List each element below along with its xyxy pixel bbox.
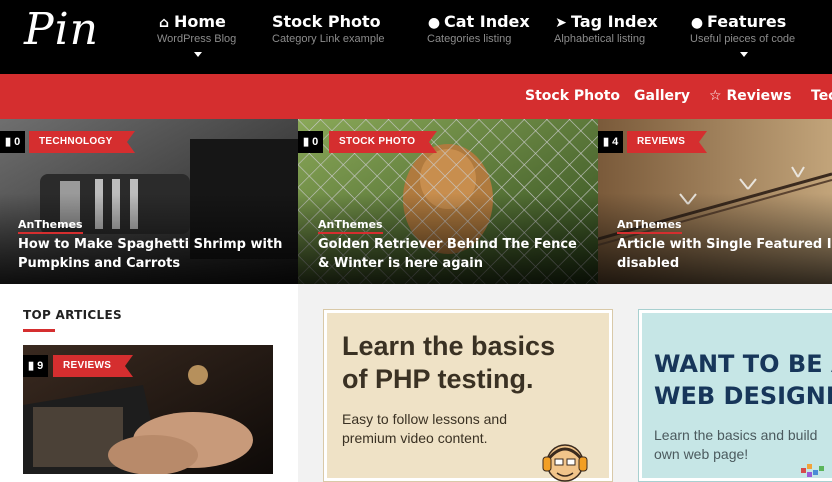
- slide-author[interactable]: AnThemes: [18, 218, 83, 234]
- ad-body-line: Learn the basics and build: [654, 427, 818, 443]
- comment-count[interactable]: ▮ 4: [598, 131, 624, 153]
- slide-author[interactable]: AnThemes: [617, 218, 682, 234]
- chevron-down-icon: [194, 52, 202, 57]
- nav-home[interactable]: ⌂ Home WordPress Blog: [157, 12, 236, 45]
- bomb-icon: ●: [690, 15, 704, 31]
- ad-heading-line: Learn the basics: [342, 331, 556, 361]
- comment-count-value: 9: [37, 360, 44, 372]
- slide-title[interactable]: Article with Single Featured Image disab…: [617, 235, 832, 273]
- nav-tag-index-label: Tag Index: [571, 12, 658, 31]
- ad-body: Learn the basics and build own web page!: [654, 426, 832, 464]
- nav-tag-index-subtitle: Alphabetical listing: [554, 33, 646, 45]
- chevron-down-icon: [740, 52, 748, 57]
- ad-heading-line: WEB DESIGNER?: [654, 382, 832, 410]
- category-tag[interactable]: STOCK PHOTO: [329, 131, 438, 153]
- star-icon: ☆: [709, 88, 722, 104]
- ad-body-line: Easy to follow lessons and: [342, 411, 507, 427]
- slide-author[interactable]: AnThemes: [318, 218, 383, 234]
- globe-icon: ●: [427, 15, 441, 31]
- secondary-nav-stock-photo[interactable]: Stock Photo: [525, 88, 620, 104]
- slide-title-text: Article with Single Featured Image disab…: [617, 237, 832, 271]
- nav-stock-photo-subtitle: Category Link example: [272, 33, 385, 45]
- nav-home-subtitle: WordPress Blog: [157, 33, 237, 45]
- nav-features[interactable]: ● Features Useful pieces of code: [690, 12, 795, 45]
- category-tag[interactable]: REVIEWS: [627, 131, 708, 153]
- ad-body-line: premium video content.: [342, 430, 488, 446]
- nav-stock-photo[interactable]: Stock Photo Category Link example: [272, 12, 385, 45]
- ad-heading-line: of PHP testing.: [342, 364, 534, 394]
- top-header: Pin ⌂ Home WordPress Blog Stock Photo Cat…: [0, 0, 832, 74]
- secondary-nav-reviews[interactable]: ☆ Reviews: [709, 88, 791, 104]
- secondary-nav-gallery[interactable]: Gallery: [634, 88, 690, 104]
- nav-home-label: Home: [174, 12, 226, 31]
- rocket-icon: ➤: [555, 15, 567, 31]
- comments-icon: ▮: [28, 360, 35, 372]
- pixel-blocks-icon: [801, 464, 824, 477]
- slide-title[interactable]: Golden Retriever Behind The Fence & Wint…: [318, 235, 588, 273]
- site-logo[interactable]: Pin: [24, 4, 99, 55]
- secondary-nav-reviews-label: Reviews: [726, 88, 792, 104]
- heading-underline: [23, 329, 55, 332]
- php-course-ad[interactable]: Learn the basics of PHP testing. Easy to…: [323, 309, 613, 482]
- nav-features-subtitle: Useful pieces of code: [690, 33, 796, 45]
- nav-stock-photo-label: Stock Photo: [272, 12, 381, 31]
- article-thumbnail[interactable]: ▮ 9 REVIEWS: [23, 345, 273, 474]
- slider-item[interactable]: ▮ 0 TECHNOLOGY AnThemes How to Make Spag…: [0, 119, 298, 284]
- comments-icon: ▮: [603, 136, 610, 148]
- ad-heading-line: WANT TO BE A: [654, 350, 832, 378]
- comment-count-value: 4: [612, 136, 619, 148]
- category-tag[interactable]: REVIEWS: [53, 355, 134, 377]
- secondary-nav-tec[interactable]: Tec: [811, 88, 832, 104]
- slide-title[interactable]: How to Make Spaghetti Shrimp with Pumpki…: [18, 235, 288, 273]
- top-articles-widget: TOP ARTICLES ▮ 9 REVIEWS: [0, 284, 298, 482]
- comment-count[interactable]: ▮ 0: [0, 131, 26, 153]
- comment-count-value: 0: [14, 136, 21, 148]
- comments-icon: ▮: [303, 136, 310, 148]
- nav-cat-index-label: Cat Index: [444, 12, 530, 31]
- nav-cat-index[interactable]: ● Cat Index Categories listing: [427, 12, 530, 45]
- ad-heading: Learn the basics of PHP testing.: [342, 330, 555, 396]
- nav-cat-index-subtitle: Categories listing: [427, 33, 512, 45]
- nav-tag-index[interactable]: ➤ Tag Index Alphabetical listing: [554, 12, 658, 45]
- comment-count[interactable]: ▮ 0: [298, 131, 324, 153]
- slider-item[interactable]: ▮ 4 REVIEWS AnThemes Article with Single…: [598, 119, 832, 284]
- ad-heading: WANT TO BE A WEB DESIGNER?: [654, 348, 832, 412]
- comment-count-value: 0: [312, 136, 319, 148]
- web-designer-ad[interactable]: WANT TO BE A WEB DESIGNER? Learn the bas…: [638, 309, 832, 482]
- category-tag[interactable]: TECHNOLOGY: [29, 131, 135, 153]
- comments-icon: ▮: [5, 136, 12, 148]
- secondary-nav: Stock Photo Gallery ☆ Reviews Tec: [0, 74, 832, 119]
- ad-body: Easy to follow lessons and premium video…: [342, 410, 542, 448]
- comment-count[interactable]: ▮ 9: [23, 355, 49, 377]
- slider-item[interactable]: ▮ 0 STOCK PHOTO AnThemes Golden Retrieve…: [298, 119, 598, 284]
- page: Pin ⌂ Home WordPress Blog Stock Photo Cat…: [0, 0, 832, 482]
- nav-features-label: Features: [707, 12, 787, 31]
- mascot-headphones-icon: [542, 444, 588, 482]
- widget-heading: TOP ARTICLES: [23, 308, 122, 322]
- home-icon: ⌂: [158, 15, 170, 31]
